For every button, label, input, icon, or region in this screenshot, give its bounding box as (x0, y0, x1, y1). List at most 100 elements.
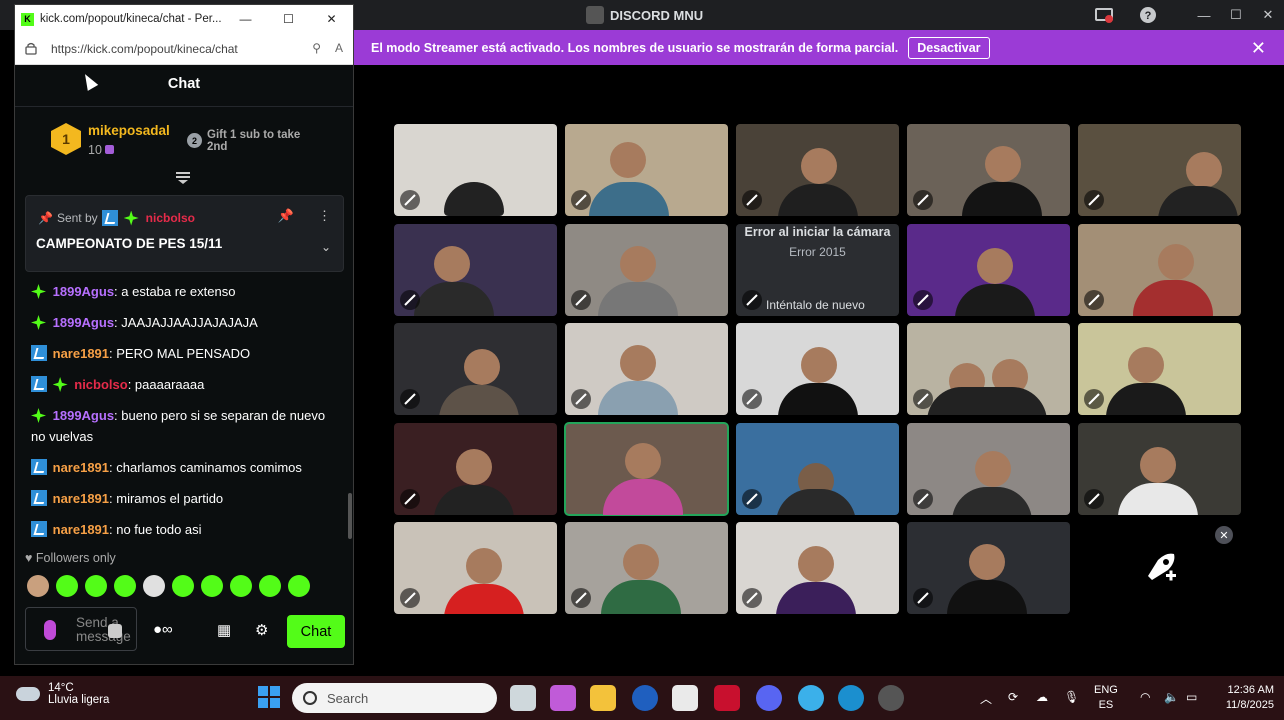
chevron-down-icon[interactable]: ⌄ (321, 240, 331, 254)
unpin-icon[interactable]: 📌 (278, 208, 294, 224)
chat-message-input[interactable]: Send a message (25, 607, 137, 651)
video-tile[interactable] (907, 124, 1070, 216)
video-tile[interactable] (907, 323, 1070, 415)
mic-icon[interactable] (44, 620, 56, 640)
close-icon[interactable]: ✕ (1215, 526, 1233, 544)
start-button[interactable] (258, 686, 280, 708)
file-explorer-icon[interactable] (590, 685, 616, 711)
emote-icon[interactable] (85, 575, 107, 597)
store-icon[interactable]: ▦ (217, 621, 231, 639)
message-username[interactable]: 1899Agus (53, 284, 114, 299)
emote-icon[interactable] (259, 575, 281, 597)
video-tile[interactable] (394, 124, 557, 216)
emote-icon[interactable] (288, 575, 310, 597)
message-username[interactable]: 1899Agus (53, 315, 114, 330)
mcafee-icon[interactable] (714, 685, 740, 711)
emote-icon[interactable] (201, 575, 223, 597)
video-tile[interactable] (394, 224, 557, 316)
message-username[interactable]: nare1891 (53, 491, 109, 506)
video-tile[interactable] (565, 522, 728, 614)
infinity-icon[interactable]: ●∞ (153, 621, 173, 638)
obs-icon[interactable] (878, 685, 904, 711)
maximize-button[interactable]: ☐ (267, 5, 310, 33)
emote-icon[interactable] (27, 575, 49, 597)
more-options-icon[interactable]: ⋮ (318, 208, 331, 224)
video-tile[interactable] (1078, 124, 1241, 216)
video-tile[interactable] (1078, 323, 1241, 415)
minimize-button[interactable]: — (1188, 0, 1220, 30)
gear-icon[interactable]: ⚙ (255, 621, 268, 639)
emote-icon[interactable] (172, 575, 194, 597)
chat-scrollbar[interactable] (348, 493, 352, 539)
close-button[interactable]: ✕ (310, 5, 353, 33)
emote-icon[interactable] (114, 575, 136, 597)
emote-icon[interactable] (56, 575, 78, 597)
invite-tile[interactable]: ✕ (1078, 522, 1241, 614)
emote-icon[interactable] (143, 575, 165, 597)
store-app-icon[interactable] (672, 685, 698, 711)
read-aloud-icon[interactable]: A (335, 41, 343, 55)
second-rank-icon: 2 (187, 133, 202, 148)
battery-icon[interactable]: ▭ (1186, 690, 1197, 704)
volume-icon[interactable]: 🔈 (1164, 690, 1179, 704)
video-tile[interactable] (1078, 224, 1241, 316)
emote-icon[interactable] (230, 575, 252, 597)
language-indicator[interactable]: ENG ES (1094, 683, 1118, 713)
video-tile[interactable] (565, 224, 728, 316)
close-button[interactable]: ✕ (1252, 0, 1284, 30)
send-chat-button[interactable]: Chat (287, 615, 345, 648)
clock[interactable]: 12:36 AM 11/8/2025 (1204, 683, 1274, 713)
leader-name[interactable]: mikeposadal (88, 123, 170, 138)
video-tile[interactable] (394, 323, 557, 415)
video-tile[interactable] (565, 323, 728, 415)
emoji-icon[interactable] (108, 624, 122, 638)
edge-icon[interactable] (838, 685, 864, 711)
video-tile[interactable] (736, 124, 899, 216)
retry-camera-button[interactable]: Inténtalo de nuevo (766, 298, 865, 312)
video-tile[interactable] (907, 522, 1070, 614)
maximize-button[interactable]: ☐ (1220, 0, 1252, 30)
disable-streamer-mode-button[interactable]: Desactivar (908, 36, 990, 59)
hp-icon[interactable] (632, 685, 658, 711)
video-tile[interactable] (736, 522, 899, 614)
message-username[interactable]: nicbolso (74, 377, 127, 392)
microphone-icon[interactable]: 🎙 (1064, 690, 1079, 704)
minimize-button[interactable]: — (224, 5, 267, 33)
video-tile[interactable] (736, 323, 899, 415)
message-username[interactable]: nare1891 (53, 346, 109, 361)
streamer-mode-text: El modo Streamer está activado. Los nomb… (371, 40, 899, 55)
zoom-icon[interactable]: ⚲ (312, 41, 321, 55)
video-tile[interactable] (565, 124, 728, 216)
collapse-icon[interactable] (175, 171, 193, 187)
pinned-username[interactable]: nicbolso (146, 211, 195, 225)
wifi-icon[interactable]: ◠ (1140, 690, 1150, 704)
video-tile[interactable] (907, 423, 1070, 515)
video-tile[interactable] (736, 423, 899, 515)
sync-icon[interactable]: ⟳ (1008, 690, 1018, 704)
muted-mic-icon (742, 588, 762, 608)
video-tile[interactable] (907, 224, 1070, 316)
message-username[interactable]: nare1891 (53, 460, 109, 475)
message-username[interactable]: nare1891 (53, 522, 109, 537)
address-bar[interactable]: https://kick.com/popout/kineca/chat ⚲ A (15, 33, 353, 65)
message-username[interactable]: 1899Agus (53, 408, 114, 423)
screen-share-icon[interactable] (1094, 5, 1114, 25)
video-tile[interactable] (1078, 423, 1241, 515)
chrome-icon[interactable] (798, 685, 824, 711)
muted-mic-icon (742, 489, 762, 509)
video-tile[interactable] (394, 423, 557, 515)
page-info-icon[interactable] (25, 42, 37, 55)
message-text: : JAAJAJJAAJJAJAJAJA (114, 315, 258, 330)
video-tile[interactable] (394, 522, 557, 614)
weather-widget[interactable]: 14°C Lluvia ligera (16, 682, 109, 706)
discord-app-icon[interactable] (756, 685, 782, 711)
onedrive-icon[interactable]: ☁ (1036, 690, 1048, 704)
taskbar-search[interactable]: Search (292, 683, 497, 713)
banner-close-icon[interactable]: ✕ (1251, 38, 1266, 59)
video-tile-speaking[interactable] (564, 422, 729, 516)
chevron-up-icon[interactable]: ︿ (980, 690, 992, 707)
gift-cta-text: Gift 1 sub to take 2nd (207, 129, 301, 153)
task-view-icon[interactable] (510, 685, 536, 711)
copilot-icon[interactable] (550, 685, 576, 711)
help-icon[interactable]: ? (1138, 5, 1158, 25)
